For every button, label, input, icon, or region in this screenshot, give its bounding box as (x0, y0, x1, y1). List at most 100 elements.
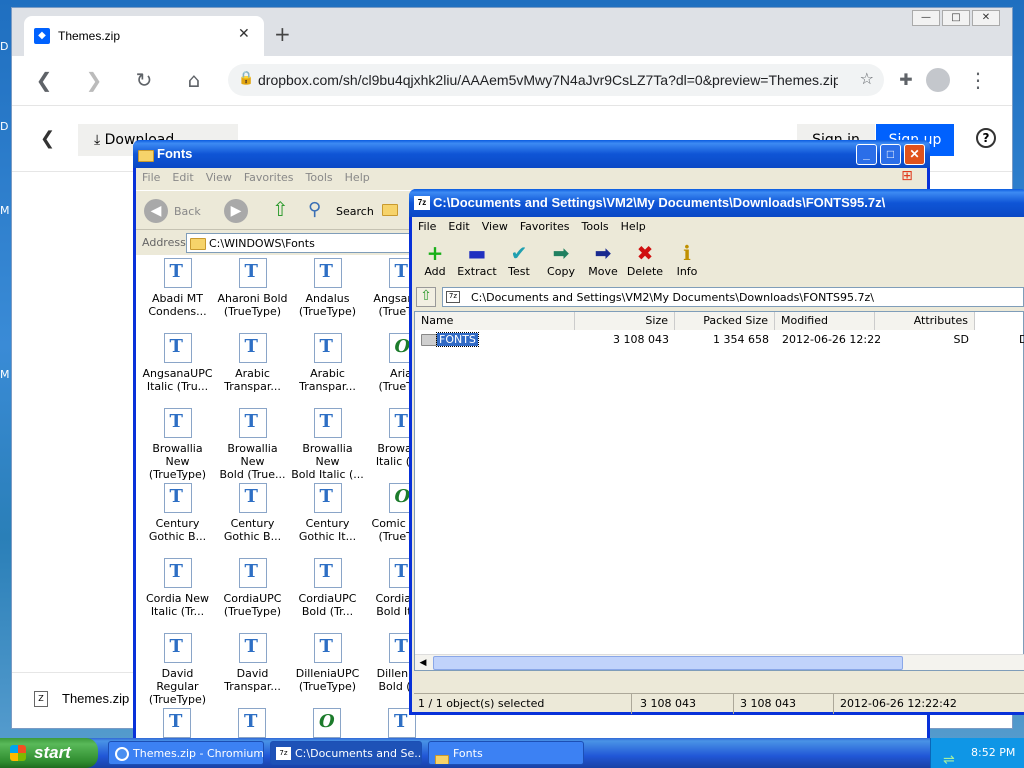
menu-file[interactable]: File (412, 217, 442, 236)
column-size[interactable]: Size (575, 312, 675, 330)
7zip-path-field[interactable]: 7z C:\Documents and Settings\VM2\My Docu… (442, 287, 1024, 307)
font-name-line2: Bold (Tr... (301, 605, 354, 618)
search-icon[interactable]: ⚲ (308, 199, 321, 220)
network-icon[interactable]: ⇌ (943, 745, 955, 768)
menu-edit[interactable]: Edit (166, 168, 199, 187)
taskbar-item-chromium[interactable]: Themes.zip - Chromium (108, 741, 264, 765)
7zip-title-bar[interactable]: 7z C:\Documents and Settings\VM2\My Docu… (409, 189, 1024, 217)
folders-icon[interactable] (382, 203, 398, 216)
taskbar-item-7zip[interactable]: 7z C:\Documents and Se... (270, 741, 422, 765)
back-arrow-icon[interactable]: ◀ (144, 199, 168, 223)
font-file-item[interactable]: DilleniaUPC(TrueType) (290, 633, 365, 693)
profile-avatar[interactable] (926, 68, 950, 92)
table-row[interactable]: FONTS 3 108 043 1 354 658 2012-06-26 12:… (415, 332, 1024, 348)
extract-button[interactable]: ▬ Extract (456, 241, 498, 278)
horizontal-scrollbar[interactable]: ◀ (415, 654, 1024, 670)
font-name-line2: Transpar... (299, 380, 356, 393)
font-file-item[interactable]: CenturyGothic B... (215, 483, 290, 543)
font-file-item[interactable]: Browallia NewBold Italic (... (290, 408, 365, 481)
chromium-icon (115, 747, 129, 761)
font-file-item[interactable]: David Regular(TrueType) (140, 633, 215, 706)
truetype-font-icon[interactable] (238, 708, 266, 738)
menu-file[interactable]: File (136, 168, 166, 187)
menu-tools[interactable]: Tools (576, 217, 615, 236)
info-button[interactable]: ℹ Info (666, 241, 708, 278)
truetype-font-icon (163, 408, 192, 438)
test-button[interactable]: ✔ Test (498, 241, 540, 278)
start-button[interactable]: start (0, 738, 98, 768)
minimize-button[interactable]: _ (856, 144, 877, 165)
truetype-font-icon (163, 483, 192, 513)
close-button[interactable]: ✕ (904, 144, 925, 165)
column-attributes[interactable]: Attributes (875, 312, 975, 330)
search-label[interactable]: Search (336, 205, 374, 218)
opentype-font-icon[interactable] (313, 708, 341, 738)
move-button[interactable]: ➡ Move (582, 241, 624, 278)
reload-icon[interactable]: ↻ (128, 64, 160, 96)
address-bar[interactable]: 🔒 dropbox.com/sh/cl9bu4qjxhk2liu/AAAem5v… (228, 64, 884, 96)
delete-button[interactable]: ✖ Delete (624, 241, 666, 278)
fonts-title-bar[interactable]: Fonts _ □ ✕ (133, 140, 930, 168)
truetype-font-icon (238, 333, 267, 363)
column-packed-size[interactable]: Packed Size (675, 312, 775, 330)
font-file-item[interactable]: CenturyGothic It... (290, 483, 365, 543)
menu-favorites[interactable]: Favorites (238, 168, 300, 187)
back-arrow-icon[interactable]: ❮ (28, 64, 60, 96)
up-folder-icon[interactable]: ⇧ (416, 287, 436, 307)
help-icon[interactable]: ? (976, 128, 996, 148)
maximize-button[interactable]: □ (942, 10, 970, 26)
font-file-item[interactable]: ArabicTranspar... (215, 333, 290, 393)
home-icon[interactable]: ⌂ (178, 64, 210, 96)
font-file-item[interactable]: Abadi MTCondens... (140, 258, 215, 318)
menu-edit[interactable]: Edit (442, 217, 475, 236)
font-file-item[interactable]: Browallia New(TrueType) (140, 408, 215, 481)
back-chevron-icon[interactable]: ❮ (40, 128, 55, 149)
maximize-button[interactable]: □ (880, 144, 901, 165)
menu-favorites[interactable]: Favorites (514, 217, 576, 236)
font-file-item[interactable]: DavidTranspar... (215, 633, 290, 693)
close-tab-icon[interactable]: ✕ (238, 26, 250, 42)
forward-arrow-icon[interactable]: ▶ (224, 199, 248, 223)
font-file-item[interactable]: Aharoni Bold(TrueType) (215, 258, 290, 318)
scrollbar-thumb[interactable] (433, 656, 903, 670)
font-file-item[interactable]: CordiaUPC(TrueType) (215, 558, 290, 618)
column-name[interactable]: Name (415, 312, 575, 330)
folder-icon (421, 333, 437, 346)
truetype-font-icon[interactable] (163, 708, 191, 738)
add-button[interactable]: + Add (414, 241, 456, 278)
new-tab-button[interactable]: + (274, 22, 291, 46)
menu-help[interactable]: Help (615, 217, 652, 236)
truetype-font-icon (163, 558, 192, 588)
font-name-line2: (TrueType) (148, 468, 207, 481)
font-file-item[interactable]: CenturyGothic B... (140, 483, 215, 543)
menu-view[interactable]: View (200, 168, 238, 187)
extensions-icon[interactable]: ✚ (890, 64, 922, 96)
menu-kebab-icon[interactable]: ⋮ (962, 64, 994, 96)
forward-arrow-icon[interactable]: ❯ (78, 64, 110, 96)
row-extra: D (1019, 333, 1024, 346)
font-file-item[interactable]: Cordia NewItalic (Tr... (140, 558, 215, 618)
font-file-item[interactable]: AngsanaUPCItalic (Tru... (140, 333, 215, 393)
font-file-item[interactable]: CordiaUPCBold (Tr... (290, 558, 365, 618)
menu-help[interactable]: Help (339, 168, 376, 187)
back-label[interactable]: Back (174, 205, 201, 218)
desktop-label: D (0, 120, 9, 133)
scroll-left-icon[interactable]: ◀ (416, 656, 430, 670)
minimize-button[interactable]: — (912, 10, 940, 26)
font-file-item[interactable]: ArabicTranspar... (290, 333, 365, 393)
menu-tools[interactable]: Tools (300, 168, 339, 187)
column-modified[interactable]: Modified (775, 312, 875, 330)
close-button[interactable]: ✕ (972, 10, 1000, 26)
font-name-line2: (TrueType) (223, 305, 282, 318)
taskbar: start Themes.zip - Chromium 7z C:\Docume… (0, 738, 1024, 768)
7zip-path-value: C:\Documents and Settings\VM2\My Documen… (471, 291, 874, 304)
font-file-item[interactable]: Browallia NewBold (True... (215, 408, 290, 481)
font-file-item[interactable]: Andalus(TrueType) (290, 258, 365, 318)
copy-button[interactable]: ➡ Copy (540, 241, 582, 278)
up-folder-icon[interactable]: ⇧ (272, 197, 289, 221)
folder-icon (435, 748, 449, 764)
bookmark-star-icon[interactable]: ☆ (860, 69, 874, 88)
browser-tab[interactable]: ◆ Themes.zip ✕ (24, 16, 264, 56)
taskbar-item-fonts[interactable]: Fonts (428, 741, 584, 765)
menu-view[interactable]: View (476, 217, 514, 236)
